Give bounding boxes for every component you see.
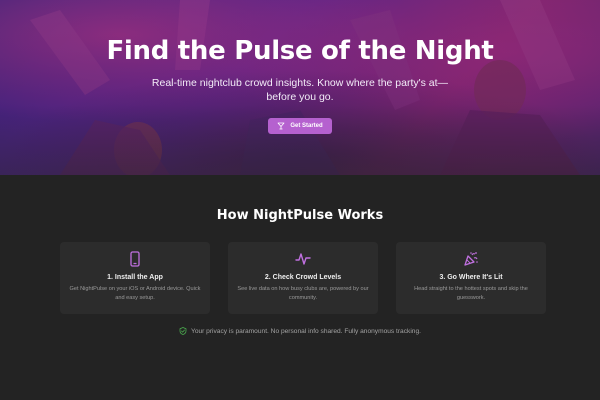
phone-icon (130, 251, 140, 267)
step-card-description: Head straight to the hottest spots and s… (414, 286, 528, 301)
pulse-icon (295, 253, 311, 265)
party-popper-icon (464, 252, 478, 266)
shield-check-icon (179, 327, 187, 335)
step-card-go: 3. Go Where It's Lit Head straight to th… (396, 242, 546, 314)
get-started-button[interactable]: Get Started (268, 118, 332, 134)
step-card-description: Get NightPulse on your iOS or Android de… (69, 286, 201, 301)
step-card-install: 1. Install the App Get NightPulse on you… (60, 242, 210, 314)
hero-section: Find the Pulse of the Night Real-time ni… (0, 0, 600, 175)
hero-title: Find the Pulse of the Night (106, 36, 494, 66)
hero-subtitle: Real-time nightclub crowd insights. Know… (151, 77, 449, 103)
privacy-text: Your privacy is paramount. No personal i… (191, 327, 421, 335)
hero-content: Find the Pulse of the Night Real-time ni… (0, 0, 600, 175)
step-card-check: 2. Check Crowd Levels See live data on h… (228, 242, 378, 314)
step-card-title: 2. Check Crowd Levels (264, 274, 342, 281)
cocktail-icon (277, 122, 285, 130)
how-it-works-title: How NightPulse Works (216, 208, 384, 223)
get-started-label: Get Started (290, 123, 323, 129)
step-card-title: 3. Go Where It's Lit (439, 274, 503, 281)
privacy-notice: Your privacy is paramount. No personal i… (0, 327, 600, 335)
step-card-title: 1. Install the App (107, 274, 163, 281)
steps-cards: 1. Install the App Get NightPulse on you… (60, 242, 546, 314)
step-card-description: See live data on how busy clubs are, pow… (237, 286, 369, 301)
